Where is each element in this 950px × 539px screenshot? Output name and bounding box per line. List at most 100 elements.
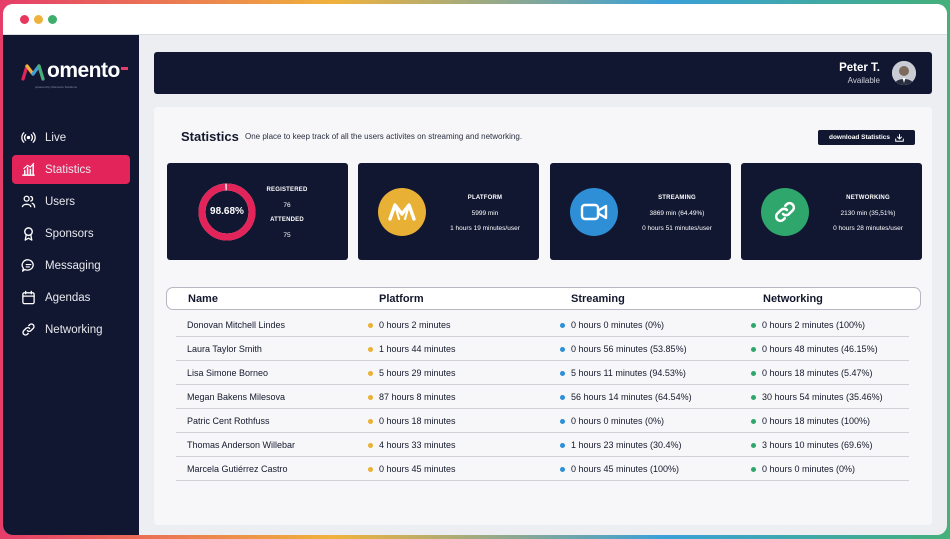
table-row[interactable]: Lisa Simone Borneo 5 hours 29 minutes 5 … bbox=[176, 361, 909, 385]
cell-streaming: 1 hours 23 minutes (30.4%) bbox=[571, 440, 682, 450]
platform-dot-icon bbox=[368, 419, 373, 424]
streaming-dot-icon bbox=[560, 323, 565, 328]
table-row[interactable]: Donovan Mitchell Lindes 0 hours 2 minute… bbox=[176, 313, 909, 337]
sidebar-item-live[interactable]: Live bbox=[12, 123, 130, 152]
column-header-platform[interactable]: Platform bbox=[379, 293, 424, 305]
streaming-icon-circle bbox=[570, 188, 618, 236]
download-icon bbox=[895, 133, 904, 142]
column-header-networking[interactable]: Networking bbox=[763, 293, 823, 305]
attendance-card: 98.68% REGISTERED 76 ATTENDED 75 bbox=[167, 163, 348, 260]
download-statistics-button[interactable]: download Statistics bbox=[818, 130, 915, 145]
cell-name: Marcela Gutiérrez Castro bbox=[187, 464, 288, 474]
cell-streaming: 0 hours 0 minutes (0%) bbox=[571, 320, 665, 330]
sidebar-nav: Live Statistics Users Sponsors Messaging… bbox=[12, 123, 130, 347]
attendance-percent: 98.68% bbox=[210, 206, 244, 217]
top-bar: Peter T. Available bbox=[154, 52, 932, 94]
cell-streaming: 0 hours 56 minutes (53.85%) bbox=[571, 344, 687, 354]
streaming-dot-icon bbox=[560, 347, 565, 352]
avatar[interactable] bbox=[892, 61, 916, 85]
main-content: Peter T. Available Statistics One place … bbox=[139, 35, 947, 535]
sidebar-item-statistics[interactable]: Statistics bbox=[12, 155, 130, 184]
sidebar-item-networking[interactable]: Networking bbox=[12, 315, 130, 344]
sidebar-item-sponsors[interactable]: Sponsors bbox=[12, 219, 130, 248]
cell-networking: 0 hours 18 minutes (5.47%) bbox=[762, 368, 873, 378]
streaming-dot-icon bbox=[560, 371, 565, 376]
sidebar-item-messaging[interactable]: Messaging bbox=[12, 251, 130, 280]
sidebar-item-label: Sponsors bbox=[45, 227, 94, 240]
networking-title: NETWORKING bbox=[846, 195, 890, 201]
statistics-panel: Statistics One place to keep track of al… bbox=[154, 107, 932, 525]
networking-total: 2130 min (35,51%) bbox=[840, 210, 896, 217]
cell-name: Lisa Simone Borneo bbox=[187, 368, 269, 378]
streaming-dot-icon bbox=[560, 419, 565, 424]
bar-chart-icon bbox=[22, 162, 35, 176]
cell-networking: 3 hours 10 minutes (69.6%) bbox=[762, 440, 873, 450]
page-title: Statistics bbox=[181, 129, 239, 144]
streaming-total: 3869 min (64.49%) bbox=[649, 210, 705, 217]
streaming-dot-icon bbox=[560, 395, 565, 400]
platform-dot-icon bbox=[368, 371, 373, 376]
video-camera-icon bbox=[580, 203, 608, 221]
app-window: omento powered by Momento Solutions Live… bbox=[3, 4, 947, 535]
sidebar-item-label: Agendas bbox=[45, 291, 91, 304]
cell-platform: 87 hours 8 minutes bbox=[379, 392, 456, 402]
link-icon bbox=[774, 201, 796, 223]
broadcast-icon bbox=[21, 132, 36, 143]
cell-platform: 0 hours 2 minutes bbox=[379, 320, 451, 330]
table-row[interactable]: Marcela Gutiérrez Castro 0 hours 45 minu… bbox=[176, 457, 909, 481]
momento-logo-icon bbox=[21, 64, 45, 81]
brand-tagline: powered by Momento Solutions bbox=[35, 85, 78, 89]
cell-streaming: 56 hours 14 minutes (64.54%) bbox=[571, 392, 692, 402]
streaming-dot-icon bbox=[560, 467, 565, 472]
table-row[interactable]: Laura Taylor Smith 1 hours 44 minutes 0 … bbox=[176, 337, 909, 361]
platform-dot-icon bbox=[368, 443, 373, 448]
cell-platform: 0 hours 18 minutes bbox=[379, 416, 456, 426]
networking-dot-icon bbox=[751, 419, 756, 424]
close-window-button[interactable] bbox=[20, 15, 29, 24]
cell-streaming: 0 hours 0 minutes (0%) bbox=[571, 416, 665, 426]
cell-name: Megan Bakens Milesova bbox=[187, 392, 286, 402]
table-row[interactable]: Patric Cent Rothfuss 0 hours 18 minutes … bbox=[176, 409, 909, 433]
attended-label: ATTENDED bbox=[270, 217, 304, 223]
streaming-per-user: 0 hours 51 minutes/user bbox=[642, 225, 712, 232]
user-name[interactable]: Peter T. bbox=[839, 62, 880, 74]
platform-total: 5999 min bbox=[471, 210, 499, 217]
cell-networking: 30 hours 54 minutes (35.46%) bbox=[762, 392, 883, 402]
download-statistics-label: download Statistics bbox=[828, 134, 891, 141]
award-icon bbox=[24, 227, 33, 241]
platform-dot-icon bbox=[368, 323, 373, 328]
networking-card: NETWORKING 2130 min (35,51%) 0 hours 28 … bbox=[741, 163, 922, 260]
brand-name: omento bbox=[47, 59, 120, 82]
cell-networking: 0 hours 48 minutes (46.15%) bbox=[762, 344, 878, 354]
cell-name: Donovan Mitchell Lindes bbox=[187, 320, 286, 330]
sidebar-item-users[interactable]: Users bbox=[12, 187, 130, 216]
minimize-window-button[interactable] bbox=[34, 15, 43, 24]
registered-label: REGISTERED bbox=[266, 187, 308, 193]
networking-dot-icon bbox=[751, 371, 756, 376]
cell-name: Laura Taylor Smith bbox=[187, 344, 262, 354]
table-row[interactable]: Megan Bakens Milesova 87 hours 8 minutes… bbox=[176, 385, 909, 409]
brand-logo[interactable]: omento bbox=[21, 59, 128, 82]
users-icon bbox=[21, 195, 36, 208]
sidebar-item-label: Live bbox=[45, 131, 67, 144]
sidebar-item-label: Statistics bbox=[45, 163, 92, 176]
cell-platform: 5 hours 29 minutes bbox=[379, 368, 456, 378]
sidebar: omento powered by Momento Solutions Live… bbox=[3, 35, 139, 535]
title-bar bbox=[3, 4, 947, 35]
networking-dot-icon bbox=[751, 395, 756, 400]
sidebar-item-label: Users bbox=[45, 195, 76, 208]
column-header-streaming[interactable]: Streaming bbox=[571, 293, 625, 305]
user-status: Available bbox=[847, 76, 880, 85]
table-row[interactable]: Thomas Anderson Willebar 4 hours 33 minu… bbox=[176, 433, 909, 457]
networking-dot-icon bbox=[751, 467, 756, 472]
calendar-icon bbox=[22, 290, 35, 305]
networking-dot-icon bbox=[751, 323, 756, 328]
column-header-name[interactable]: Name bbox=[188, 293, 218, 305]
maximize-window-button[interactable] bbox=[48, 15, 57, 24]
streaming-card: STREAMING 3869 min (64.49%) 0 hours 51 m… bbox=[550, 163, 731, 260]
platform-title: PLATFORM bbox=[467, 195, 503, 201]
page-subtitle: One place to keep track of all the users… bbox=[245, 132, 523, 141]
streaming-title: STREAMING bbox=[658, 195, 696, 201]
networking-per-user: 0 hours 28 minutes/user bbox=[833, 225, 903, 232]
sidebar-item-agendas[interactable]: Agendas bbox=[12, 283, 130, 312]
